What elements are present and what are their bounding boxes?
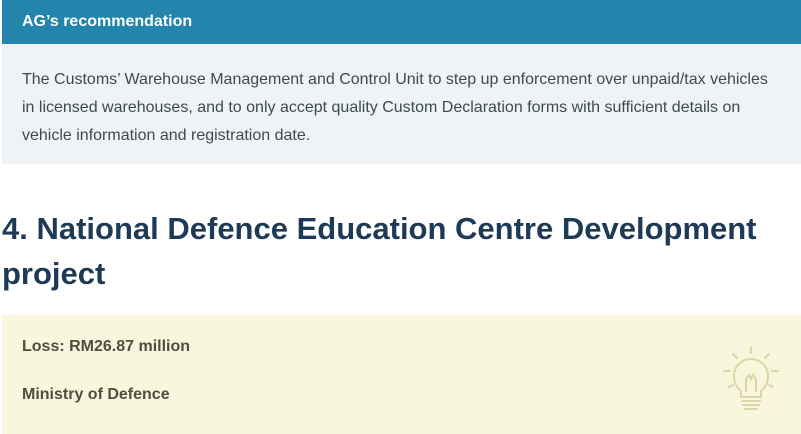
lightbulb-icon <box>723 346 779 410</box>
recommendation-heading: AG’s recommendation <box>2 0 801 44</box>
loss-box: Loss: RM26.87 million Ministry of Defenc… <box>2 315 801 434</box>
page: AG’s recommendation The Customs’ Warehou… <box>0 0 801 434</box>
ministry-name: Ministry of Defence <box>22 386 170 403</box>
section-title: 4. National Defence Education Centre Dev… <box>2 211 757 291</box>
recommendation-text: The Customs’ Warehouse Management and Co… <box>22 71 768 144</box>
loss-amount: Loss: RM26.87 million <box>22 338 191 355</box>
recommendation-box: AG’s recommendation The Customs’ Warehou… <box>2 0 801 164</box>
